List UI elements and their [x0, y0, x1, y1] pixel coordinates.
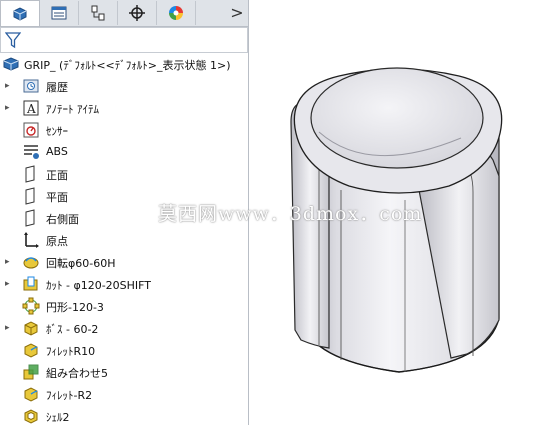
- tree-item[interactable]: ▸ ﾎﾞｽ - 60-2: [0, 317, 248, 339]
- feature-tree-icon: [13, 6, 27, 21]
- plane-icon: [25, 165, 35, 183]
- plane-icon: [25, 187, 35, 205]
- configuration-icon: [91, 5, 105, 21]
- tab-display-manager[interactable]: [157, 1, 196, 25]
- tree-item[interactable]: ABS: [0, 141, 248, 163]
- expand-arrow-icon[interactable]: ▸: [5, 81, 13, 91]
- shell-icon: [24, 409, 38, 424]
- tree-item-label: 右側面: [46, 213, 79, 226]
- tree-item[interactable]: 正面: [0, 163, 248, 185]
- part-icon: [3, 57, 19, 71]
- tree-item-label: ABS: [46, 145, 68, 158]
- tree-item[interactable]: ▸ 履歴: [0, 75, 248, 97]
- cut-extrude-icon: [23, 276, 38, 291]
- material-icon: [24, 145, 39, 159]
- circular-pattern-icon: [22, 297, 40, 315]
- boss-extrude-icon: [24, 321, 38, 336]
- sensor-icon: [23, 122, 39, 138]
- tree-item[interactable]: ｾﾝｻｰ: [0, 119, 248, 141]
- property-list-icon: [51, 6, 67, 20]
- tree-item-label: 円形-120-3: [46, 301, 104, 314]
- tree-item[interactable]: ﾌｨﾚｯﾄ-R2: [0, 383, 248, 405]
- expand-arrow-icon[interactable]: ▸: [5, 103, 13, 113]
- tab-scroll-right-button[interactable]: >: [228, 3, 246, 23]
- plane-icon: [25, 209, 35, 227]
- expand-arrow-icon[interactable]: ▸: [5, 257, 13, 267]
- tree-item-label: ｶｯﾄ - φ120-20SHIFT: [46, 279, 152, 292]
- revolve-icon: [23, 257, 39, 269]
- tab-configuration-manager[interactable]: [79, 1, 118, 25]
- fillet-icon: [24, 343, 38, 358]
- origin-icon: [24, 232, 39, 248]
- tab-dimxpert[interactable]: [118, 1, 157, 25]
- combine-icon: [23, 364, 39, 380]
- expand-arrow-icon[interactable]: ▸: [5, 323, 13, 333]
- tree-item-label: 組み合わせ5: [46, 367, 108, 380]
- tree-item-label: ｱﾉﾃｰﾄ ｱｲﾃﾑ: [46, 103, 99, 116]
- svg-text:A: A: [26, 102, 36, 116]
- tree-item-label: ﾎﾞｽ - 60-2: [46, 323, 99, 336]
- crosshair-icon: [129, 5, 145, 21]
- tree-item[interactable]: ﾌｨﾚｯﾄR10: [0, 339, 248, 361]
- tree-root-label: GRIP_ (ﾃﾞﾌｫﾙﾄ<<ﾃﾞﾌｫﾙﾄ>_表示状態 1>): [24, 59, 231, 72]
- tree-item-label: 履歴: [46, 81, 68, 94]
- tree-item-label: 平面: [46, 191, 68, 204]
- tree-item-label: ｼｪﾙ2: [46, 411, 70, 424]
- fillet-icon: [24, 387, 38, 402]
- tree-item-label: 回転φ60-60H: [46, 257, 116, 270]
- tree-item[interactable]: 円形-120-3: [0, 295, 248, 317]
- tree-item-label: 正面: [46, 169, 68, 182]
- history-icon: [23, 79, 39, 93]
- tree-item[interactable]: ▸ 回転φ60-60H: [0, 251, 248, 273]
- watermark-text: 莫西网www．3dmox．com: [158, 203, 423, 225]
- annotation-icon: A: [23, 100, 39, 116]
- filter-icon: [5, 32, 21, 49]
- tree-item[interactable]: 原点: [0, 229, 248, 251]
- tree-filter[interactable]: [0, 27, 248, 53]
- tab-feature-manager[interactable]: [0, 0, 40, 26]
- tree-item[interactable]: ▸ ｶｯﾄ - φ120-20SHIFT: [0, 273, 248, 295]
- tree-root-part[interactable]: GRIP_ (ﾃﾞﾌｫﾙﾄ<<ﾃﾞﾌｫﾙﾄ>_表示状態 1>): [0, 53, 248, 75]
- tab-property-manager[interactable]: [40, 1, 79, 25]
- tree-item[interactable]: ｼｪﾙ2: [0, 405, 248, 427]
- tree-item-label: ｾﾝｻｰ: [46, 125, 68, 138]
- tree-item-label: ﾌｨﾚｯﾄR10: [46, 345, 96, 358]
- tree-item[interactable]: 組み合わせ5: [0, 361, 248, 383]
- tree-item[interactable]: ▸ A ｱﾉﾃｰﾄ ｱｲﾃﾑ: [0, 97, 248, 119]
- tree-item-label: 原点: [46, 235, 68, 248]
- expand-arrow-icon[interactable]: ▸: [5, 279, 13, 289]
- color-wheel-icon: [169, 6, 183, 20]
- tree-item-label: ﾌｨﾚｯﾄ-R2: [46, 389, 93, 402]
- manager-tab-bar: >: [0, 0, 248, 27]
